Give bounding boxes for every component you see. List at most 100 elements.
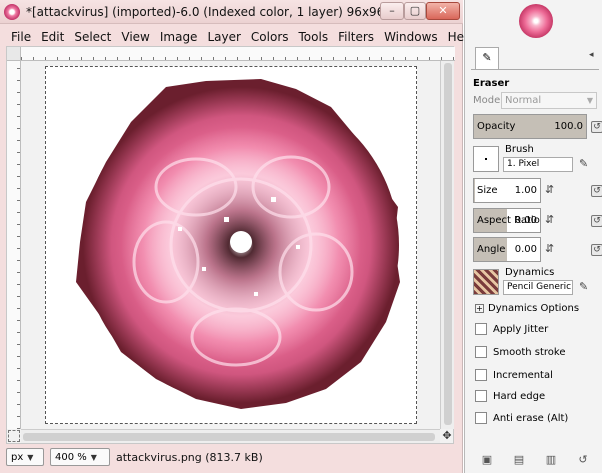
angle-value: 0.00 [514,244,537,255]
incremental-checkbox[interactable]: Incremental [475,369,553,381]
angle-slider[interactable]: Angle 0.00 [473,237,541,262]
dynamics-options-expander[interactable]: + Dynamics Options [475,303,579,314]
tool-title: Eraser [473,78,510,89]
unit-value: px [11,451,24,463]
apply-jitter-checkbox[interactable]: Apply Jitter [475,323,548,335]
aspect-ratio-slider[interactable]: Aspect Ratio 0.00 [473,208,541,233]
size-slider[interactable]: Size 1.00 [473,178,541,203]
canvas-area: ✥ [6,46,455,444]
dynamics-row: Dynamics Pencil Generic ✎ [473,267,599,297]
smooth-stroke-checkbox[interactable]: Smooth stroke [475,346,566,358]
brush-edit-icon[interactable]: ✎ [579,158,591,170]
brush-label: Brush [505,144,534,155]
menu-image[interactable]: Image [155,30,203,44]
tab-menu-icon[interactable]: ◂ [589,50,594,60]
apply-jitter-label: Apply Jitter [493,323,549,335]
expander-plus-icon: + [475,304,484,313]
checkbox-box[interactable] [475,346,487,358]
menu-layer[interactable]: Layer [202,30,245,44]
window-title: *[attackvirus] (imported)-6.0 (Indexed c… [26,5,429,19]
smooth-stroke-label: Smooth stroke [493,346,566,358]
maximize-button[interactable]: ▢ [404,2,426,20]
virus-center-hole [230,231,252,253]
gimp-app-icon [4,4,20,20]
navigate-icon[interactable]: ✥ [441,430,453,442]
tool-options-tab[interactable]: ✎ [475,47,499,69]
menu-select[interactable]: Select [69,30,116,44]
reset-options-icon[interactable]: ↺ [576,453,590,467]
dynamics-label: Dynamics [505,267,555,278]
anti-erase-checkbox[interactable]: Anti erase (Alt) [475,412,568,424]
image-canvas[interactable] [45,66,417,424]
restore-options-icon[interactable]: ▤ [512,453,526,467]
delete-options-icon[interactable]: ▥ [544,453,558,467]
menu-windows[interactable]: Windows [379,30,443,44]
aspect-ratio-reset-icon[interactable]: ↺ [591,215,602,227]
brush-row: Brush 1. Pixel ✎ [473,144,599,172]
checkbox-box[interactable] [475,390,487,402]
tool-options-dock: ✎ ◂ Eraser Mode: Normal ▼ Opacity 100.0 … [464,0,602,473]
menu-file[interactable]: File [6,30,36,44]
close-button[interactable]: ✕ [426,2,460,20]
image-preview-thumbnail[interactable] [519,4,553,38]
incremental-label: Incremental [493,369,553,381]
angle-link-icon[interactable]: ⇵ [545,243,557,255]
image-window: *[attackvirus] (imported)-6.0 (Indexed c… [0,0,475,473]
quick-mask-toggle-icon[interactable] [8,430,20,442]
mode-value: Normal [505,95,542,106]
dynamics-preview[interactable] [473,269,499,295]
hard-edge-label: Hard edge [493,390,546,402]
title-bar[interactable]: *[attackvirus] (imported)-6.0 (Indexed c… [0,0,463,24]
size-label: Size [477,185,498,196]
hard-edge-checkbox[interactable]: Hard edge [475,390,545,402]
aspect-ratio-link-icon[interactable]: ⇵ [545,214,557,226]
mode-row: Mode: Normal ▼ [473,92,597,109]
zoom-value: 400 % [55,451,87,463]
tool-options-panel: Eraser Mode: Normal ▼ Opacity 100.0 ↺ Br… [471,69,602,439]
horizontal-ruler[interactable] [21,47,455,61]
menu-tools[interactable]: Tools [294,30,334,44]
chevron-down-icon: ▼ [27,452,34,462]
size-fill [474,179,476,202]
vertical-scrollbar[interactable] [440,61,454,429]
anti-erase-label: Anti erase (Alt) [493,412,569,424]
size-reset-icon[interactable]: ↺ [591,185,602,197]
angle-label: Angle [477,244,506,255]
menu-view[interactable]: View [116,30,154,44]
minimize-button[interactable]: – [380,2,404,20]
size-link-icon[interactable]: ⇵ [545,184,557,196]
ruler-corner[interactable] [7,47,21,61]
brush-name-field[interactable]: 1. Pixel [503,157,573,172]
checkbox-box[interactable] [475,369,487,381]
mode-label: Mode: [473,95,504,106]
dynamics-name-field[interactable]: Pencil Generic [503,280,573,295]
menu-filters[interactable]: Filters [333,30,379,44]
zoom-select[interactable]: 400 % ▼ [50,448,110,466]
dynamics-edit-icon[interactable]: ✎ [579,281,591,293]
mode-select[interactable]: Normal ▼ [501,92,597,109]
chevron-down-icon: ▼ [586,96,593,105]
vertical-ruler[interactable] [7,61,21,429]
angle-reset-icon[interactable]: ↺ [591,244,602,256]
checkbox-box[interactable] [475,412,487,424]
menu-colors[interactable]: Colors [246,30,294,44]
horizontal-scrollbar[interactable] [21,429,440,443]
unit-select[interactable]: px ▼ [6,448,44,466]
menu-bar: File Edit Select View Image Layer Colors… [6,28,475,46]
aspect-ratio-value: 0.00 [514,215,537,226]
opacity-slider[interactable]: Opacity 100.0 [473,114,587,139]
brush-preview[interactable] [473,146,499,172]
save-options-icon[interactable]: ▣ [480,453,494,467]
opacity-value: 100.0 [554,121,583,132]
virus-image [76,79,400,409]
dock-footer: ▣ ▤ ▥ ↺ [471,450,599,470]
opacity-label: Opacity [477,121,516,132]
vertical-scroll-thumb[interactable] [444,63,452,425]
menu-edit[interactable]: Edit [36,30,69,44]
paintbrush-tab-icon: ✎ [482,51,492,64]
opacity-reset-icon[interactable]: ↺ [591,121,602,133]
status-file-info: attackvirus.png (813.7 kB) [116,450,263,464]
checkbox-box[interactable] [475,323,487,335]
horizontal-scroll-thumb[interactable] [23,433,435,441]
dynamics-options-label: Dynamics Options [488,303,580,314]
